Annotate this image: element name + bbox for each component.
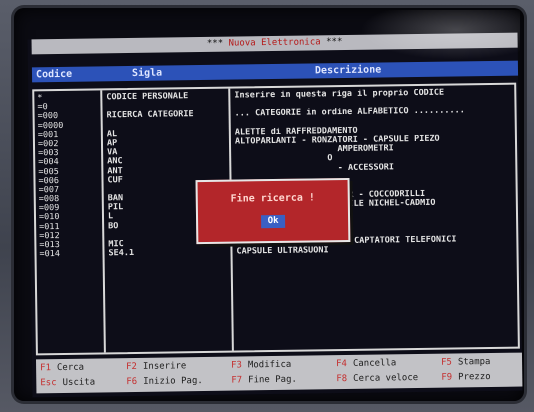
fkey-key: F5 <box>441 357 452 368</box>
fkey-key: Esc <box>40 378 57 389</box>
fkey-label: Cancella <box>352 358 397 369</box>
fkey-cerca[interactable]: F1 Cerca <box>40 363 84 374</box>
fkey-inizio-pag[interactable]: F6 Inizio Pag. <box>126 376 203 387</box>
search-result-dialog: Fine ricerca ! Ok <box>195 177 351 245</box>
row-sigla[interactable]: SE4.1 <box>108 248 228 259</box>
fkey-label: Inizio Pag. <box>143 376 203 387</box>
fkey-label: Cerca veloce <box>353 373 419 384</box>
fkey-label: Modifica <box>247 359 292 371</box>
header-sigla[interactable]: Sigla <box>132 66 162 81</box>
fkey-label: Prezzo <box>458 372 491 383</box>
fkey-key: F4 <box>336 359 348 370</box>
fkey-label: Stampa <box>457 357 491 368</box>
ok-button[interactable]: Ok <box>261 214 286 229</box>
fkey-key: F1 <box>40 363 52 374</box>
fkey-label: Uscita <box>62 377 96 388</box>
row-code[interactable]: =014 <box>39 250 99 260</box>
fkey-modifica[interactable]: F3 Modifica <box>231 360 291 371</box>
dialog-message: Fine ricerca ! <box>230 192 315 205</box>
fkey-key: F8 <box>336 374 348 385</box>
codice-column: * =0 =000 =0000 =001 =002 =003 =004 =005 =006 =007… <box>37 93 99 259</box>
fkey-key: F6 <box>126 376 138 388</box>
fkey-uscita[interactable]: Esc Uscita <box>40 378 95 389</box>
fkey-label: Cerca <box>56 362 85 374</box>
fkey-fine-pag[interactable]: F7 Fine Pag. <box>231 375 297 386</box>
fkey-cerca-veloce[interactable]: F8 Cerca veloce <box>336 373 418 384</box>
fkey-cancella[interactable]: F4 Cancella <box>336 358 396 369</box>
column-divider <box>100 90 106 353</box>
fkey-inserire[interactable]: F2 Inserire <box>126 361 186 372</box>
fkey-key: F2 <box>126 361 138 373</box>
header-descrizione[interactable]: Descrizione <box>315 63 381 79</box>
app-window: *** Nuova Elettronica *** Codice Sigla D… <box>27 32 523 398</box>
fkey-key: F9 <box>441 372 453 383</box>
fkey-key: F3 <box>231 360 243 371</box>
title-prefix: *** <box>206 38 224 49</box>
fkey-label: Fine Pag. <box>248 374 297 386</box>
fkey-key: F7 <box>231 375 243 386</box>
app-title: Nuova Elettronica <box>228 37 321 49</box>
column-header-bar: Codice Sigla Descrizione <box>31 60 519 83</box>
header-codice[interactable]: Codice <box>36 67 72 83</box>
title-suffix: *** <box>326 37 343 48</box>
fkey-label: Inserire <box>142 361 187 372</box>
fkey-stampa[interactable]: F5 Stampa <box>441 357 490 368</box>
fkey-prezzo[interactable]: F9 Prezzo <box>441 372 490 383</box>
function-key-bar: F1 Cerca F2 Inserire F3 Modifica F4 Cancella F5 S… <box>35 352 523 394</box>
